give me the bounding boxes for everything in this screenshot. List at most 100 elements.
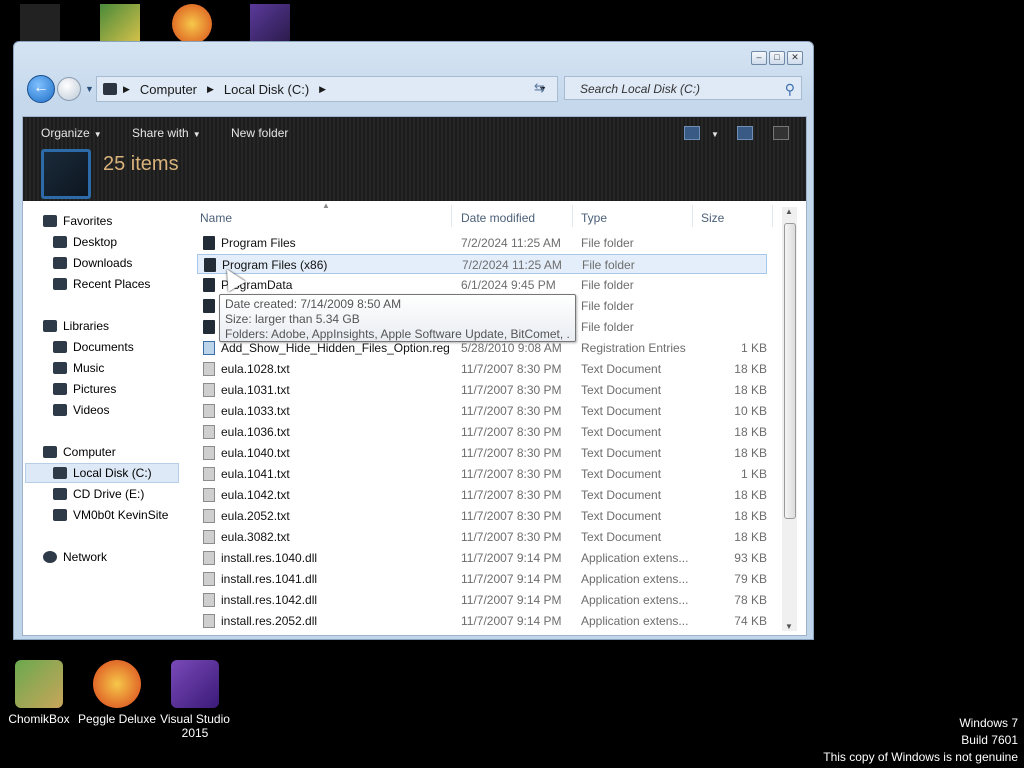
file-row[interactable]: eula.1040.txt 11/7/2007 8:30 PM Text Docum… xyxy=(197,443,767,463)
computer-icon xyxy=(103,83,117,95)
nav-documents[interactable]: Documents xyxy=(53,337,134,357)
scrollbar-thumb[interactable] xyxy=(784,223,796,519)
file-type: Text Document xyxy=(581,446,662,460)
desktop-icon-peggle[interactable]: Peggle Deluxe xyxy=(72,660,162,726)
tooltip-size: Size: larger than 5.34 GB xyxy=(225,312,360,326)
file-row[interactable]: eula.1031.txt 11/7/2007 8:30 PM Text Docum… xyxy=(197,380,767,400)
search-icon[interactable]: ⚲ xyxy=(785,77,795,101)
vertical-scrollbar[interactable]: ▲ ▼ xyxy=(782,207,797,631)
new-folder-button[interactable]: New folder xyxy=(231,126,288,140)
recent-pages-dropdown[interactable]: ▼ xyxy=(85,84,94,94)
file-size: 10 KB xyxy=(734,404,767,418)
drive-icon xyxy=(41,149,91,199)
file-row[interactable]: install.res.1041.dll 11/7/2007 9:14 PM App… xyxy=(197,569,767,589)
breadcrumb-local-disk[interactable]: Local Disk (C:) xyxy=(224,82,309,97)
column-divider[interactable] xyxy=(572,205,573,227)
visual-studio-icon xyxy=(171,660,219,708)
column-size[interactable]: Size xyxy=(701,211,724,225)
file-name: eula.1031.txt xyxy=(221,383,290,397)
column-divider[interactable] xyxy=(692,205,693,227)
file-type: Text Document xyxy=(581,404,662,418)
file-row[interactable]: eula.1042.txt 11/7/2007 8:30 PM Text Docum… xyxy=(197,485,767,505)
nav-videos[interactable]: Videos xyxy=(53,400,109,420)
nav-downloads[interactable]: Downloads xyxy=(53,253,132,273)
nav-cd-drive[interactable]: CD Drive (E:) xyxy=(53,484,144,504)
organize-button[interactable]: Organize ▼ xyxy=(41,126,102,140)
cd-drive-icon xyxy=(53,488,67,500)
help-icon[interactable] xyxy=(773,126,789,140)
chevron-right-icon[interactable]: ▶ xyxy=(123,84,130,95)
nav-computer[interactable]: Computer xyxy=(43,442,116,462)
file-row[interactable]: Program Files 7/2/2024 11:25 AM File folde… xyxy=(197,233,767,253)
search-input[interactable]: Search Local Disk (C:) ⚲ xyxy=(564,76,802,100)
file-date: 11/7/2007 9:14 PM xyxy=(461,572,562,586)
nav-network[interactable]: Network xyxy=(43,547,107,567)
file-size: 74 KB xyxy=(734,614,767,628)
chevron-right-icon[interactable]: ▶ xyxy=(207,84,214,95)
minimize-button[interactable]: – xyxy=(751,51,767,65)
scroll-up-icon[interactable]: ▲ xyxy=(785,207,793,216)
close-button[interactable]: ✕ xyxy=(787,51,803,65)
address-bar[interactable]: ▶ Computer ▶ Local Disk (C:) ▶ ▼ xyxy=(96,76,558,102)
column-divider[interactable] xyxy=(772,205,773,227)
network-drive-icon xyxy=(53,509,67,521)
preview-pane-icon[interactable] xyxy=(737,126,753,140)
back-button[interactable]: ← xyxy=(27,75,55,103)
folder-icon xyxy=(203,299,215,313)
file-type: Application extens... xyxy=(581,593,689,607)
item-tooltip: Date created: 7/14/2009 8:50 AM Size: la… xyxy=(219,294,576,342)
file-row[interactable]: eula.3082.txt 11/7/2007 8:30 PM Text Docum… xyxy=(197,527,767,547)
desktop-app-icon[interactable] xyxy=(250,4,290,44)
file-row[interactable]: ProgramData 6/1/2024 9:45 PM File folder xyxy=(197,275,767,295)
refresh-icon[interactable]: ⇆ xyxy=(534,80,545,96)
nav-pictures[interactable]: Pictures xyxy=(53,379,116,399)
nav-music[interactable]: Music xyxy=(53,358,104,378)
file-date: 6/1/2024 9:45 PM xyxy=(461,278,556,292)
view-dropdown-icon[interactable]: ▼ xyxy=(707,126,719,140)
nav-local-disk[interactable]: Local Disk (C:) xyxy=(25,463,179,483)
nav-recent-places[interactable]: Recent Places xyxy=(53,274,150,294)
scroll-down-icon[interactable]: ▼ xyxy=(785,622,793,631)
nav-libraries[interactable]: Libraries xyxy=(43,316,109,336)
star-icon xyxy=(43,215,57,227)
file-name: eula.1028.txt xyxy=(221,362,290,376)
file-date: 11/7/2007 9:14 PM xyxy=(461,614,562,628)
maximize-button[interactable]: □ xyxy=(769,51,785,65)
desktop-app-icon[interactable] xyxy=(172,4,212,44)
file-row[interactable]: install.res.1042.dll 11/7/2007 9:14 PM App… xyxy=(197,590,767,610)
breadcrumb-computer[interactable]: Computer xyxy=(140,82,197,97)
file-row[interactable]: eula.2052.txt 11/7/2007 8:30 PM Text Docum… xyxy=(197,506,767,526)
document-icon xyxy=(203,551,215,565)
file-name: eula.1041.txt xyxy=(221,467,290,481)
column-name[interactable]: Name xyxy=(200,211,232,225)
file-row[interactable]: eula.1041.txt 11/7/2007 8:30 PM Text Docum… xyxy=(197,464,767,484)
file-date: 11/7/2007 8:30 PM xyxy=(461,425,562,439)
file-type: Text Document xyxy=(581,383,662,397)
search-placeholder: Search Local Disk (C:) xyxy=(580,82,701,96)
desktop-app-icon[interactable] xyxy=(20,4,60,44)
file-row[interactable]: install.res.1040.dll 11/7/2007 9:14 PM App… xyxy=(197,548,767,568)
windows-watermark: Windows 7 Build 7601 This copy of Window… xyxy=(823,716,1018,764)
command-bar: Organize ▼ Share with ▼ New folder ▼ 25 it… xyxy=(23,117,806,201)
column-date-modified[interactable]: Date modified xyxy=(461,211,535,225)
forward-button[interactable] xyxy=(57,77,81,101)
chevron-right-icon[interactable]: ▶ xyxy=(319,84,326,95)
file-name: install.res.1040.dll xyxy=(221,551,318,565)
file-row[interactable]: Program Files (x86) 7/2/2024 11:25 AM File… xyxy=(197,254,767,274)
nav-desktop[interactable]: Desktop xyxy=(53,232,117,252)
file-row[interactable]: eula.1036.txt 11/7/2007 8:30 PM Text Docum… xyxy=(197,422,767,442)
column-type[interactable]: Type xyxy=(581,211,607,225)
document-icon xyxy=(203,425,215,439)
nav-vm-site[interactable]: VM0b0t KevinSite xyxy=(53,505,168,525)
recent-places-icon xyxy=(53,278,67,290)
nav-favorites[interactable]: Favorites xyxy=(43,211,112,231)
share-with-button[interactable]: Share with ▼ xyxy=(132,126,201,140)
file-size: 1 KB xyxy=(740,341,767,355)
desktop-icon-visual-studio[interactable]: Visual Studio 2015 xyxy=(150,660,240,740)
file-row[interactable]: eula.1033.txt 11/7/2007 8:30 PM Text Docum… xyxy=(197,401,767,421)
file-row[interactable]: install.res.2052.dll 11/7/2007 9:14 PM App… xyxy=(197,611,767,631)
desktop-app-icon[interactable] xyxy=(100,4,140,44)
change-view-icon[interactable] xyxy=(684,126,700,140)
column-divider[interactable] xyxy=(451,205,452,227)
file-row[interactable]: eula.1028.txt 11/7/2007 8:30 PM Text Docum… xyxy=(197,359,767,379)
